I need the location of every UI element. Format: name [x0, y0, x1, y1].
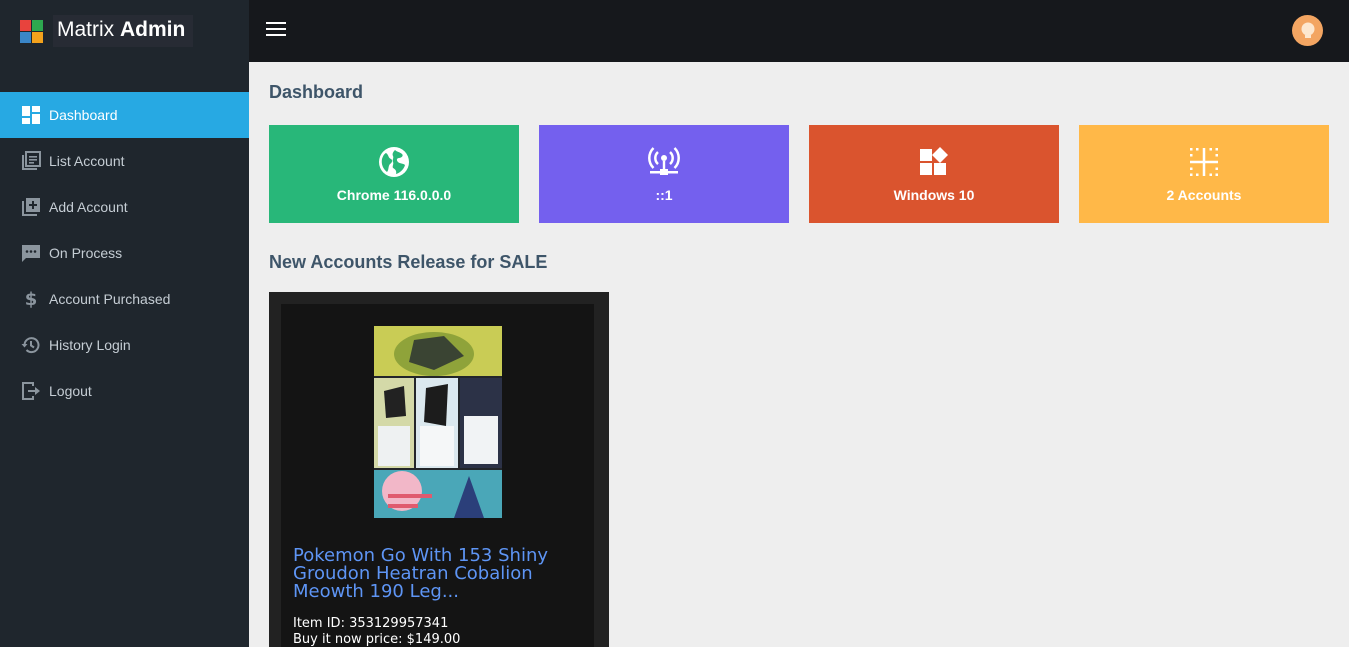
sidebar-item-label: Account Purchased — [49, 291, 171, 307]
listing-card[interactable]: Pokemon Go With 153 Shiny Groudon Heatra… — [269, 292, 609, 647]
sidebar-item-label: On Process — [49, 245, 123, 261]
listing-item-id: Item ID: 353129957341 — [293, 616, 449, 631]
sidebar-item-dashboard[interactable]: Dashboard — [0, 92, 249, 138]
dollar-icon: $ — [21, 289, 41, 309]
dashboard-icon — [21, 105, 41, 125]
topbar — [249, 0, 1349, 62]
listing-price: Buy it now price: $149.00 — [293, 632, 461, 647]
sidebar: Matrix Admin Dashboard List Account Add … — [0, 0, 249, 647]
section-title: New Accounts Release for SALE — [269, 252, 548, 272]
stats-row: Chrome 116.0.0.0 ::1 Windows 10 2 Accoun… — [269, 125, 1349, 223]
windows-widgets-icon — [917, 145, 951, 179]
sidebar-item-logout[interactable]: Logout — [0, 368, 249, 414]
sidebar-item-history-login[interactable]: History Login — [0, 322, 249, 368]
sidebar-item-account-purchased[interactable]: $ Account Purchased — [0, 276, 249, 322]
brand-logo-icon — [20, 19, 43, 43]
sidebar-item-label: List Account — [49, 153, 125, 169]
sidebar-item-on-process[interactable]: On Process — [0, 230, 249, 276]
add-box-icon — [21, 197, 41, 217]
brand-name-bold: Admin — [120, 18, 186, 41]
stat-label: ::1 — [655, 187, 673, 203]
svg-text:$: $ — [25, 289, 38, 309]
stat-card-browser[interactable]: Chrome 116.0.0.0 — [269, 125, 519, 223]
stat-card-ip[interactable]: ::1 — [539, 125, 789, 223]
brand-name-light: Matrix — [57, 18, 115, 41]
listing-thumbnail[interactable] — [374, 326, 502, 518]
sidebar-nav: Dashboard List Account Add Account On Pr… — [0, 92, 249, 414]
stat-card-os[interactable]: Windows 10 — [809, 125, 1059, 223]
stat-card-accounts[interactable]: 2 Accounts — [1079, 125, 1329, 223]
main-content: Dashboard Chrome 116.0.0.0::1 Windows 1… — [249, 62, 1349, 647]
sidebar-item-add-account[interactable]: Add Account — [0, 184, 249, 230]
avatar[interactable] — [1292, 15, 1323, 46]
stat-label: Windows 10 — [893, 187, 975, 203]
menu-toggle-icon[interactable] — [266, 22, 286, 38]
sidebar-item-label: Add Account — [49, 199, 128, 215]
listing-card-body: Pokemon Go With 153 Shiny Groudon Heatra… — [281, 304, 594, 647]
listing-meta: Item ID: 353129957341 Buy it now price: … — [293, 616, 460, 647]
logout-icon — [21, 381, 41, 401]
sidebar-item-list-account[interactable]: List Account — [0, 138, 249, 184]
page-title: Dashboard — [269, 82, 364, 102]
sidebar-item-label: History Login — [49, 337, 131, 353]
globe-icon — [377, 145, 411, 179]
access-point-network-icon — [647, 145, 681, 179]
brand[interactable]: Matrix Admin — [0, 0, 249, 62]
border-grid-icon — [1187, 145, 1221, 179]
listing-title-link[interactable]: Pokemon Go With 153 Shiny Groudon Heatra… — [293, 547, 593, 601]
history-icon — [21, 335, 41, 355]
lightbulb-icon — [1301, 22, 1314, 38]
stat-label: 2 Accounts — [1166, 187, 1242, 203]
list-icon — [21, 151, 41, 171]
stat-label: Chrome 116.0.0.0 — [336, 187, 452, 203]
sidebar-item-label: Logout — [49, 383, 92, 399]
brand-name: Matrix Admin — [53, 15, 194, 47]
sidebar-item-label: Dashboard — [49, 107, 118, 123]
message-processing-icon — [21, 243, 41, 263]
